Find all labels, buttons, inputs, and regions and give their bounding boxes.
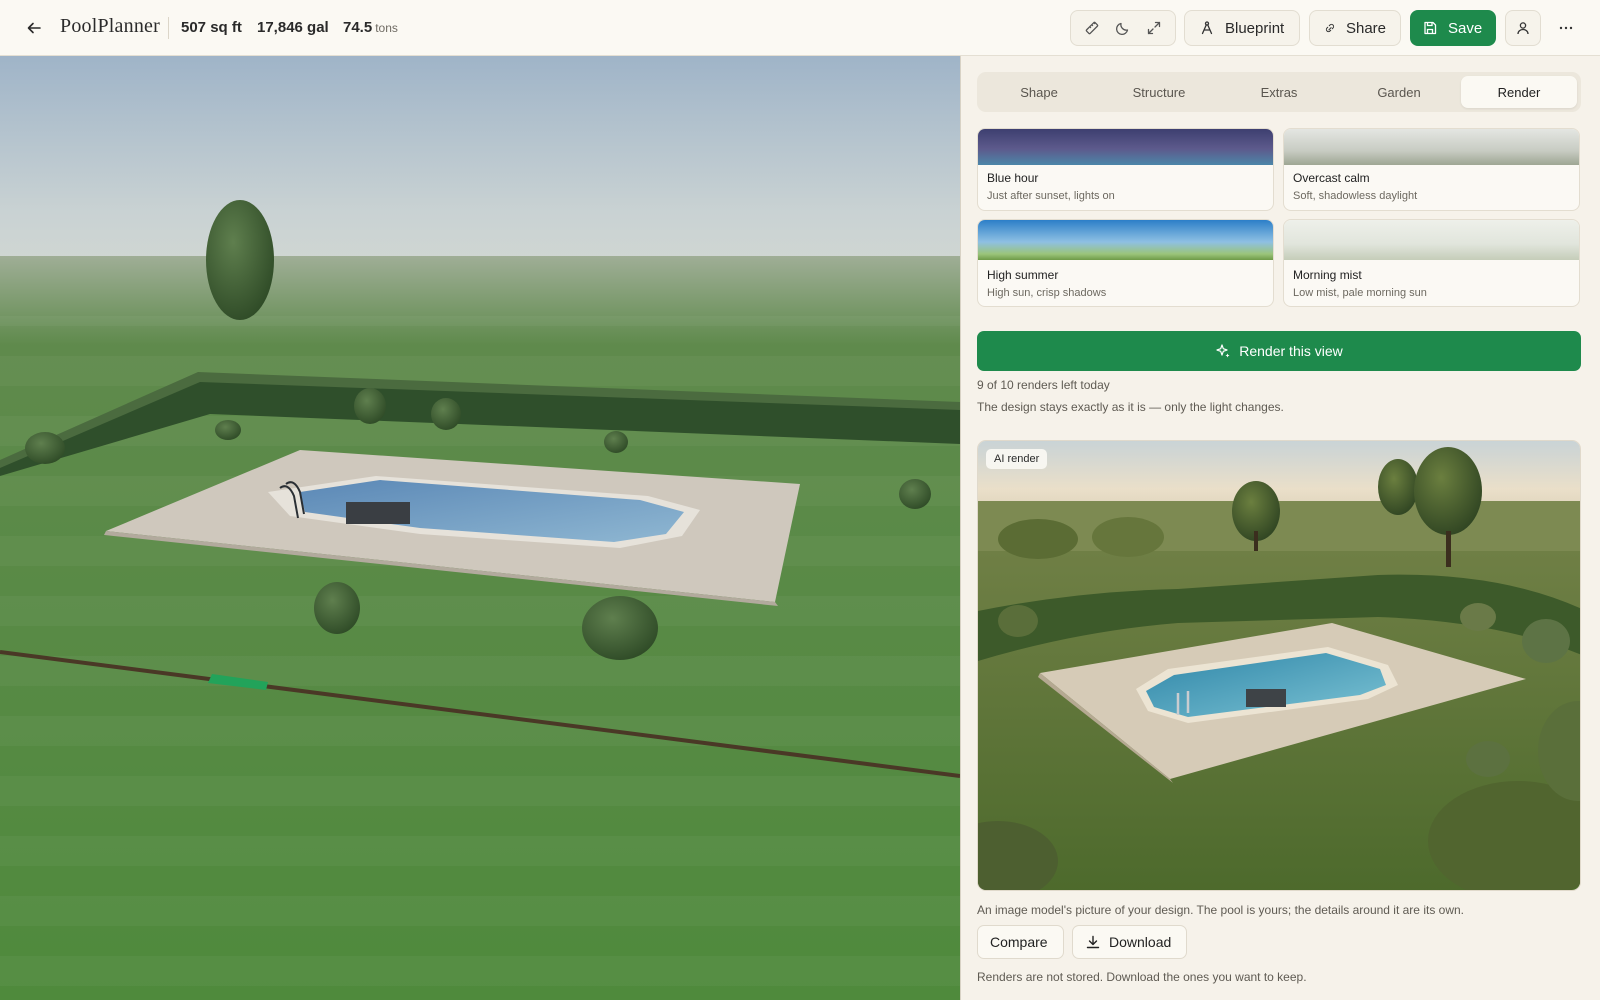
- user-icon: [1517, 22, 1529, 35]
- render-button-label: Render this view: [1239, 343, 1343, 359]
- back-button[interactable]: [22, 16, 46, 40]
- 3d-viewport[interactable]: [0, 56, 960, 1000]
- tab-garden[interactable]: Garden: [1341, 76, 1457, 108]
- preset-sky-swatch: [1284, 220, 1579, 260]
- expand-icon[interactable]: [1143, 17, 1165, 39]
- side-panel: Shape Structure Extras Garden Render Blu…: [961, 56, 1600, 1000]
- preset-description: Low mist, pale morning sun: [1293, 287, 1427, 299]
- app-logo: PoolPlanner: [60, 15, 160, 37]
- compare-label: Compare: [990, 934, 1048, 950]
- ai-render-image: AI render: [977, 440, 1581, 891]
- save-label: Save: [1448, 19, 1483, 37]
- preset-overcast-calm[interactable]: Overcast calm Soft, shadowless daylight: [1283, 128, 1580, 211]
- render-explanation: The design stays exactly as it is — only…: [977, 400, 1284, 414]
- preset-name: Morning mist: [1293, 268, 1362, 282]
- preset-description: Just after sunset, lights on: [987, 190, 1115, 202]
- area-stat: 507 sq ft: [181, 19, 242, 36]
- share-label: Share: [1345, 19, 1386, 37]
- preset-high-summer[interactable]: High summer High sun, crisp shadows: [977, 219, 1274, 307]
- view-tool-group: [1070, 10, 1176, 46]
- moon-icon[interactable]: [1112, 17, 1134, 39]
- arrow-left-icon: [27, 22, 41, 34]
- more-horizontal-icon: [1559, 26, 1573, 30]
- storage-note: Renders are not stored. Download the one…: [977, 970, 1307, 984]
- download-button[interactable]: Download: [1072, 925, 1187, 959]
- preset-description: Soft, shadowless daylight: [1293, 190, 1418, 202]
- floppy-icon: [1424, 21, 1437, 35]
- preset-name: Overcast calm: [1293, 171, 1370, 185]
- preset-sky-swatch: [978, 129, 1273, 165]
- volume-stat: 17,846 gal: [257, 19, 329, 36]
- preset-blue-hour[interactable]: Blue hour Just after sunset, lights on: [977, 128, 1274, 211]
- measure-icon[interactable]: [1081, 17, 1103, 39]
- render-view-button[interactable]: Render this view: [977, 331, 1581, 371]
- blueprint-button[interactable]: Blueprint: [1184, 10, 1300, 46]
- compare-button[interactable]: Compare: [977, 925, 1064, 959]
- header-divider: [168, 17, 169, 39]
- link-icon: [1325, 23, 1335, 33]
- panel-tabs: Shape Structure Extras Garden Render: [977, 72, 1581, 112]
- account-button[interactable]: [1505, 10, 1541, 46]
- weight-value: 74.5: [343, 19, 373, 36]
- render-caption: An image model's picture of your design.…: [977, 903, 1464, 917]
- preset-name: High summer: [987, 268, 1059, 282]
- more-menu-button[interactable]: [1553, 16, 1579, 40]
- render-quota: 9 of 10 renders left today: [977, 378, 1110, 392]
- blueprint-label: Blueprint: [1225, 19, 1285, 37]
- tab-extras[interactable]: Extras: [1221, 76, 1337, 108]
- share-button[interactable]: Share: [1309, 10, 1401, 46]
- top-bar: PoolPlanner 507 sq ft 17,846 gal 74.5 ton…: [0, 0, 1600, 56]
- preset-description: High sun, crisp shadows: [987, 287, 1107, 299]
- ai-render-badge: AI render: [986, 449, 1048, 469]
- tab-render[interactable]: Render: [1461, 76, 1577, 108]
- preset-name: Blue hour: [987, 171, 1039, 185]
- preset-morning-mist[interactable]: Morning mist Low mist, pale morning sun: [1283, 219, 1580, 307]
- weight-stat: 74.5 tons: [343, 19, 398, 36]
- tab-shape[interactable]: Shape: [981, 76, 1097, 108]
- sparkle-icon: [1216, 344, 1230, 358]
- download-label: Download: [1109, 934, 1172, 950]
- save-button[interactable]: Save: [1410, 10, 1496, 46]
- download-icon: [1086, 935, 1100, 949]
- preset-sky-swatch: [1284, 129, 1579, 165]
- preset-sky-swatch: [978, 220, 1273, 260]
- tab-structure[interactable]: Structure: [1101, 76, 1217, 108]
- weight-unit: tons: [375, 21, 398, 35]
- compass-icon: [1201, 21, 1213, 35]
